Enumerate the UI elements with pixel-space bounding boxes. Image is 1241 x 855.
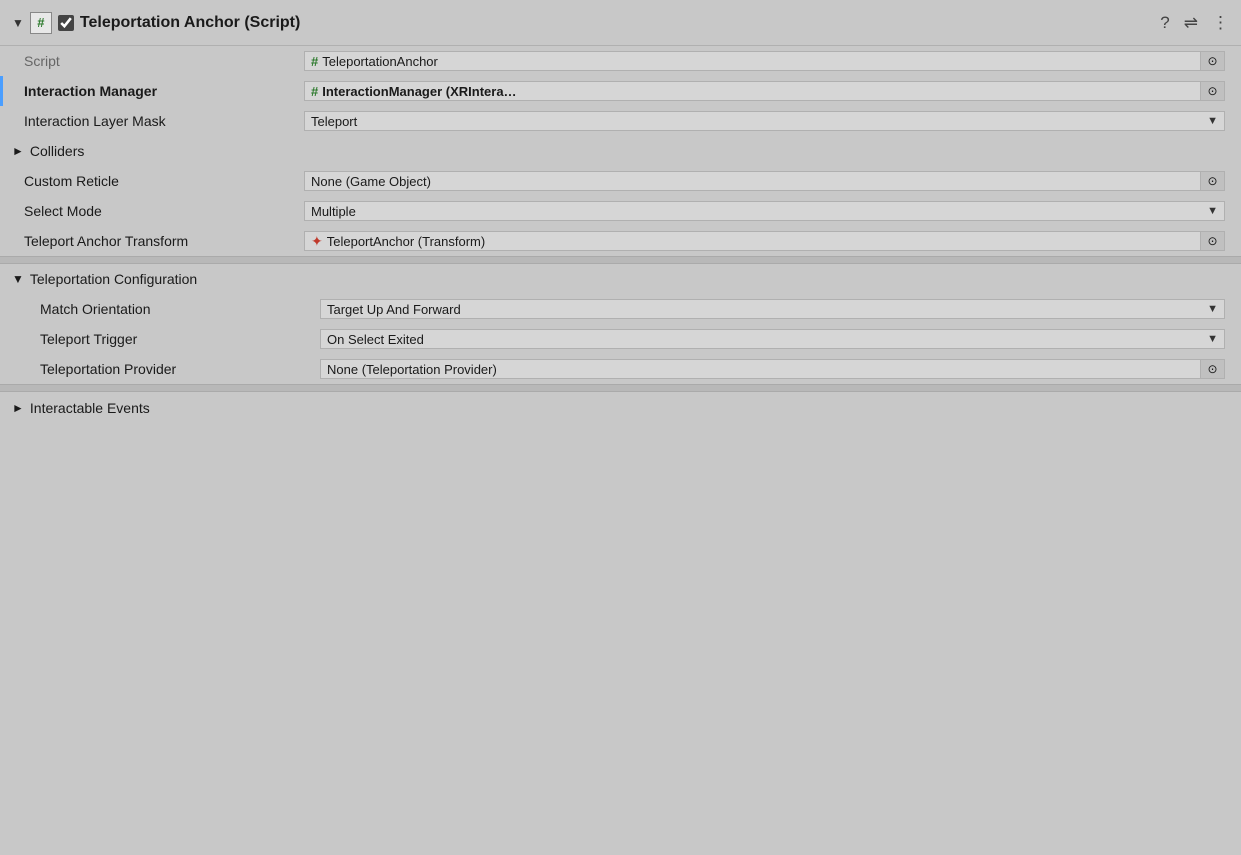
interaction-layer-mask-value-container: Teleport ▼ bbox=[304, 111, 1225, 131]
custom-reticle-label: Custom Reticle bbox=[24, 173, 304, 189]
custom-reticle-row: Custom Reticle None (Game Object) ⊙ bbox=[0, 166, 1241, 196]
component-header: ▼ # Teleportation Anchor (Script) ? ⇌ ⋮ bbox=[0, 0, 1241, 46]
teleport-anchor-transform-row: Teleport Anchor Transform ✦ TeleportAnch… bbox=[0, 226, 1241, 256]
select-mode-label: Select Mode bbox=[24, 203, 304, 219]
script-label: Script bbox=[24, 53, 304, 69]
teleportation-provider-row: Teleportation Provider None (Teleportati… bbox=[0, 354, 1241, 384]
interaction-manager-target-button[interactable]: ⊙ bbox=[1200, 82, 1224, 100]
match-orientation-label: Match Orientation bbox=[40, 301, 320, 317]
match-orientation-value-container: Target Up And Forward ▼ bbox=[320, 299, 1225, 319]
teleport-trigger-label: Teleport Trigger bbox=[40, 331, 320, 347]
script-target-button[interactable]: ⊙ bbox=[1200, 52, 1224, 70]
select-mode-arrow: ▼ bbox=[1207, 205, 1218, 217]
component-icon: # bbox=[30, 12, 52, 34]
teleport-anchor-transform-value-container: ✦ TeleportAnchor (Transform) ⊙ bbox=[304, 231, 1225, 251]
section-divider-2 bbox=[0, 384, 1241, 392]
settings-icon[interactable]: ⇌ bbox=[1184, 13, 1198, 33]
script-row: Script # TeleportationAnchor ⊙ bbox=[0, 46, 1241, 76]
match-orientation-dropdown[interactable]: Target Up And Forward ▼ bbox=[320, 299, 1225, 319]
script-value-box[interactable]: # TeleportationAnchor ⊙ bbox=[304, 51, 1225, 71]
custom-reticle-value-text: None (Game Object) bbox=[311, 174, 431, 189]
match-orientation-arrow: ▼ bbox=[1207, 303, 1218, 315]
teleport-trigger-dropdown[interactable]: On Select Exited ▼ bbox=[320, 329, 1225, 349]
teleport-trigger-arrow: ▼ bbox=[1207, 333, 1218, 345]
interactable-events-row[interactable]: ► Interactable Events bbox=[0, 392, 1241, 424]
custom-reticle-value-box[interactable]: None (Game Object) ⊙ bbox=[304, 171, 1225, 191]
component-enabled-checkbox[interactable] bbox=[58, 15, 74, 31]
interaction-layer-mask-row: Interaction Layer Mask Teleport ▼ bbox=[0, 106, 1241, 136]
help-icon[interactable]: ? bbox=[1160, 13, 1169, 33]
select-mode-value-text: Multiple bbox=[311, 204, 356, 219]
teleportation-configuration-arrow: ▼ bbox=[12, 272, 24, 286]
select-mode-row: Select Mode Multiple ▼ bbox=[0, 196, 1241, 226]
interaction-layer-mask-value-text: Teleport bbox=[311, 114, 357, 129]
interaction-manager-value-text: InteractionManager (XRIntera… bbox=[322, 84, 516, 99]
teleport-trigger-row: Teleport Trigger On Select Exited ▼ bbox=[0, 324, 1241, 354]
teleport-anchor-transform-value-text: TeleportAnchor (Transform) bbox=[327, 234, 485, 249]
interactable-events-arrow: ► bbox=[12, 401, 24, 415]
teleport-anchor-transform-label: Teleport Anchor Transform bbox=[24, 233, 304, 249]
inspector-panel: ▼ # Teleportation Anchor (Script) ? ⇌ ⋮ … bbox=[0, 0, 1241, 424]
script-value-container: # TeleportationAnchor ⊙ bbox=[304, 51, 1225, 71]
interaction-manager-label: Interaction Manager bbox=[24, 83, 304, 99]
interaction-manager-hash-icon: # bbox=[311, 84, 318, 99]
select-mode-value-container: Multiple ▼ bbox=[304, 201, 1225, 221]
interaction-layer-mask-label: Interaction Layer Mask bbox=[24, 113, 304, 129]
teleportation-configuration-label: Teleportation Configuration bbox=[30, 271, 197, 287]
collapse-arrow[interactable]: ▼ bbox=[12, 16, 24, 30]
interaction-layer-mask-dropdown[interactable]: Teleport ▼ bbox=[304, 111, 1225, 131]
interaction-manager-row: Interaction Manager # InteractionManager… bbox=[0, 76, 1241, 106]
teleportation-provider-value-text: None (Teleportation Provider) bbox=[327, 362, 497, 377]
teleportation-provider-value-box[interactable]: None (Teleportation Provider) ⊙ bbox=[320, 359, 1225, 379]
interactable-events-label: Interactable Events bbox=[30, 400, 150, 416]
component-title: Teleportation Anchor (Script) bbox=[80, 14, 1154, 32]
teleport-trigger-value-text: On Select Exited bbox=[327, 332, 424, 347]
teleport-anchor-transform-value-box[interactable]: ✦ TeleportAnchor (Transform) ⊙ bbox=[304, 231, 1225, 251]
interaction-manager-value-container: # InteractionManager (XRIntera… ⊙ bbox=[304, 81, 1225, 101]
match-orientation-row: Match Orientation Target Up And Forward … bbox=[0, 294, 1241, 324]
teleportation-configuration-header[interactable]: ▼ Teleportation Configuration bbox=[0, 264, 1241, 294]
teleportation-provider-target-button[interactable]: ⊙ bbox=[1200, 360, 1224, 378]
more-icon[interactable]: ⋮ bbox=[1212, 13, 1229, 33]
match-orientation-value-text: Target Up And Forward bbox=[327, 302, 461, 317]
section-divider bbox=[0, 256, 1241, 264]
interaction-layer-mask-arrow: ▼ bbox=[1207, 115, 1218, 127]
header-icons: ? ⇌ ⋮ bbox=[1160, 13, 1229, 33]
transform-icon: ✦ bbox=[311, 233, 323, 250]
colliders-label: Colliders bbox=[30, 143, 84, 159]
colliders-row[interactable]: ► Colliders bbox=[0, 136, 1241, 166]
interaction-manager-value-box[interactable]: # InteractionManager (XRIntera… ⊙ bbox=[304, 81, 1225, 101]
script-hash-icon: # bbox=[311, 54, 318, 69]
teleportation-provider-value-container: None (Teleportation Provider) ⊙ bbox=[320, 359, 1225, 379]
teleport-trigger-value-container: On Select Exited ▼ bbox=[320, 329, 1225, 349]
colliders-collapse-arrow[interactable]: ► bbox=[12, 144, 24, 158]
script-value-text: TeleportationAnchor bbox=[322, 54, 438, 69]
select-mode-dropdown[interactable]: Multiple ▼ bbox=[304, 201, 1225, 221]
teleportation-provider-label: Teleportation Provider bbox=[40, 361, 320, 377]
teleport-anchor-transform-target-button[interactable]: ⊙ bbox=[1200, 232, 1224, 250]
custom-reticle-value-container: None (Game Object) ⊙ bbox=[304, 171, 1225, 191]
custom-reticle-target-button[interactable]: ⊙ bbox=[1200, 172, 1224, 190]
